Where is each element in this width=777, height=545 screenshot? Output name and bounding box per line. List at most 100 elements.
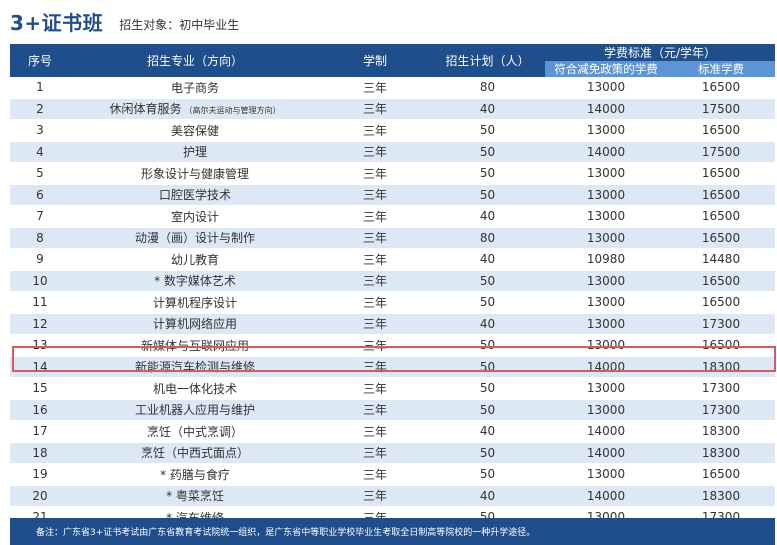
- cell-major: 新能源汽车检测与维修: [70, 356, 320, 378]
- cell-duration: 三年: [320, 334, 430, 357]
- cell-duration: 三年: [320, 77, 430, 99]
- major-name: 电子商务: [170, 80, 219, 95]
- cell-fee-standard: 17300: [667, 377, 776, 400]
- cell-seq: 13: [10, 334, 70, 357]
- major-name: 新能源汽车检测与维修: [134, 360, 255, 375]
- page-title: 3+证书班: [10, 11, 104, 35]
- major-name: 烹饪（中西式面点）: [140, 446, 249, 461]
- table-row: 15 机电一体化技术 三年 50 13000 17300: [10, 377, 776, 400]
- table-row: 4 护理 三年 50 14000 17500: [10, 141, 776, 163]
- cell-seq: 18: [10, 442, 70, 464]
- cell-seq: 7: [10, 205, 70, 228]
- cell-seq: 6: [10, 184, 70, 206]
- cell-fee-reduced: 13000: [545, 77, 667, 99]
- cell-duration: 三年: [320, 485, 430, 507]
- cell-major: 护理: [70, 141, 320, 163]
- cell-major: * 粤菜烹饪: [70, 485, 320, 507]
- cell-fee-reduced: 14000: [545, 485, 667, 507]
- header-fee-group: 学费标准（元/学年）: [545, 44, 776, 61]
- table-header: 序号 招生专业（方向） 学制 招生计划（人） 学费标准（元/学年） 符合减免政策…: [10, 44, 776, 77]
- header-major: 招生专业（方向）: [70, 44, 320, 77]
- cell-fee-reduced: 13000: [545, 205, 667, 228]
- cell-fee-reduced: 14000: [545, 356, 667, 378]
- cell-major: 烹饪（中西式面点）: [70, 442, 320, 464]
- table-row: 19 * 药膳与食疗 三年 50 13000 16500: [10, 463, 776, 486]
- major-name: 室内设计: [170, 209, 219, 224]
- cell-fee-reduced: 13000: [545, 463, 667, 486]
- cell-plan: 50: [430, 442, 545, 464]
- cell-fee-standard: 16500: [667, 205, 776, 228]
- cell-seq: 1: [10, 77, 70, 99]
- cell-plan: 80: [430, 77, 545, 99]
- major-name: 机电一体化技术: [152, 381, 237, 396]
- cell-fee-standard: 16500: [667, 119, 776, 142]
- cell-fee-standard: 18300: [667, 485, 776, 507]
- cell-plan: 50: [430, 119, 545, 142]
- cell-fee-standard: 16500: [667, 334, 776, 357]
- cell-plan: 50: [430, 141, 545, 163]
- table-row: 18 烹饪（中西式面点） 三年 50 14000 18300: [10, 442, 776, 464]
- cell-duration: 三年: [320, 313, 430, 335]
- cell-duration: 三年: [320, 205, 430, 228]
- cell-fee-reduced: 13000: [545, 291, 667, 314]
- cell-fee-reduced: 13000: [545, 334, 667, 357]
- table-row: 9 幼儿教育 三年 40 10980 14480: [10, 248, 776, 271]
- cell-seq: 9: [10, 248, 70, 271]
- major-name: 护理: [182, 145, 207, 160]
- cell-major: 室内设计: [70, 205, 320, 228]
- cell-plan: 50: [430, 356, 545, 378]
- cell-plan: 80: [430, 227, 545, 249]
- major-name: 休闲体育服务: [109, 102, 182, 117]
- major-name: 动漫（画）设计与制作: [134, 231, 255, 246]
- cell-fee-reduced: 13000: [545, 119, 667, 142]
- cell-major: 烹饪（中式烹调）: [70, 420, 320, 443]
- cell-seq: 10: [10, 270, 70, 292]
- cell-fee-standard: 16500: [667, 291, 776, 314]
- cell-major: 工业机器人应用与维护: [70, 399, 320, 421]
- cell-seq: 19: [10, 463, 70, 486]
- header-duration: 学制: [320, 44, 430, 77]
- cell-major: 计算机程序设计: [70, 291, 320, 314]
- cell-seq: 16: [10, 399, 70, 421]
- footer-note: 备注：广东省3+证书考试由广东省教育考试院统一组织，是广东省中等职业学校毕业生考…: [10, 518, 775, 545]
- cell-fee-standard: 18300: [667, 356, 776, 378]
- cell-fee-standard: 16500: [667, 227, 776, 249]
- cell-plan: 40: [430, 420, 545, 443]
- cell-fee-standard: 16500: [667, 162, 776, 185]
- table-row: 20 * 粤菜烹饪 三年 40 14000 18300: [10, 485, 776, 507]
- cell-fee-standard: 17500: [667, 141, 776, 163]
- cell-plan: 40: [430, 205, 545, 228]
- cell-major: 美容保健: [70, 119, 320, 142]
- cell-fee-reduced: 13000: [545, 313, 667, 335]
- cell-duration: 三年: [320, 463, 430, 486]
- cell-duration: 三年: [320, 420, 430, 443]
- cell-seq: 8: [10, 227, 70, 249]
- cell-fee-reduced: 14000: [545, 98, 667, 120]
- major-note: （高尔夫运动与管理方向）: [184, 106, 281, 116]
- cell-duration: 三年: [320, 399, 430, 421]
- header-fee-reduced: 符合减免政策的学费: [545, 61, 667, 77]
- major-name: 幼儿教育: [170, 252, 219, 267]
- cell-duration: 三年: [320, 227, 430, 249]
- major-name: 烹饪（中式烹调）: [146, 424, 243, 439]
- cell-seq: 5: [10, 162, 70, 185]
- table-row: 16 工业机器人应用与维护 三年 50 13000 17300: [10, 399, 776, 421]
- major-name: 计算机网络应用: [152, 317, 237, 332]
- cell-duration: 三年: [320, 141, 430, 163]
- major-name: 工业机器人应用与维护: [134, 403, 255, 418]
- cell-plan: 50: [430, 270, 545, 292]
- cell-major: 计算机网络应用: [70, 313, 320, 335]
- header-seq: 序号: [10, 44, 70, 77]
- cell-fee-reduced: 10980: [545, 248, 667, 271]
- cell-fee-reduced: 14000: [545, 442, 667, 464]
- cell-seq: 17: [10, 420, 70, 443]
- major-name: * 数字媒体艺术: [154, 274, 236, 289]
- cell-duration: 三年: [320, 98, 430, 120]
- cell-fee-standard: 16500: [667, 463, 776, 486]
- cell-major: 休闲体育服务 （高尔夫运动与管理方向）: [70, 98, 320, 120]
- cell-duration: 三年: [320, 377, 430, 400]
- cell-plan: 50: [430, 334, 545, 357]
- cell-duration: 三年: [320, 119, 430, 142]
- cell-seq: 3: [10, 119, 70, 142]
- table-row: 13 新媒体与互联网应用 三年 50 13000 16500: [10, 334, 776, 357]
